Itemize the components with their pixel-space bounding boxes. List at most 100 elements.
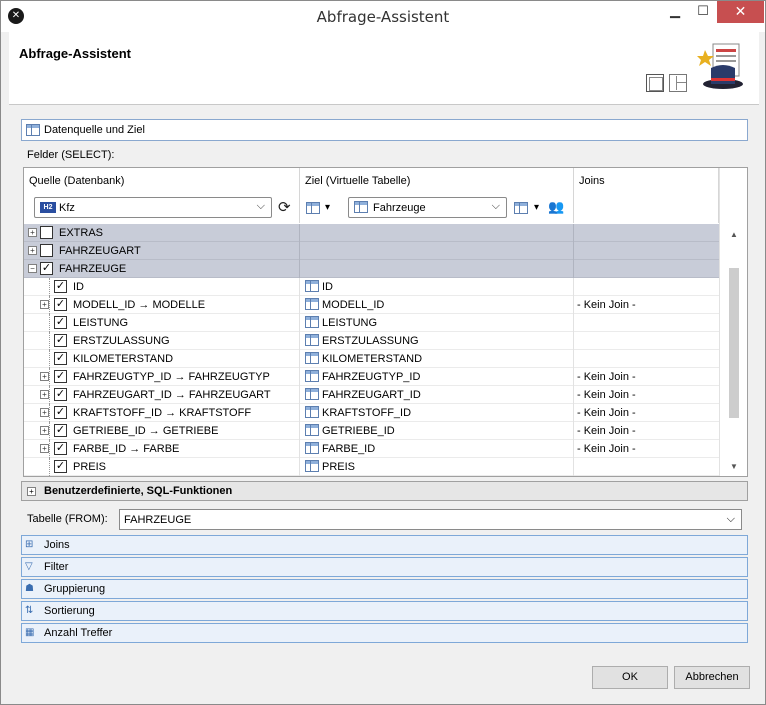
- join-cell[interactable]: - Kein Join -: [574, 404, 719, 422]
- table-row[interactable]: + ✓ FAHRZEUGTYP_ID → FAHRZEUGTYP FAHRZEUGTY…: [24, 368, 719, 386]
- join-cell[interactable]: [574, 278, 719, 296]
- from-table-value: FAHRZEUGE: [124, 514, 192, 526]
- title-bar[interactable]: ✕ Abfrage-Assistent ▁ ☐ ✕: [1, 1, 765, 32]
- collapse-icon[interactable]: −: [28, 264, 37, 273]
- section-custom-functions[interactable]: + Benutzerdefinierte, SQL-Funktionen: [21, 481, 748, 501]
- expand-icon[interactable]: +: [40, 426, 49, 435]
- expand-icon[interactable]: +: [28, 228, 37, 237]
- join-cell[interactable]: - Kein Join -: [574, 296, 719, 314]
- target-cell[interactable]: FAHRZEUGART_ID: [300, 386, 574, 404]
- refresh-icon[interactable]: ⟳: [278, 198, 291, 216]
- field-checkbox[interactable]: ✓: [54, 316, 67, 329]
- target-cell[interactable]: LEISTUNG: [300, 314, 574, 332]
- field-checkbox[interactable]: ✓: [54, 424, 67, 437]
- table-row[interactable]: + ✓ FAHRZEUGART_ID → FAHRZEUGART FAHRZEUGAR…: [24, 386, 719, 404]
- expand-icon[interactable]: +: [40, 444, 49, 453]
- target-cell[interactable]: ID: [300, 278, 574, 296]
- table-row[interactable]: ✓ ERSTZULASSUNG ERSTZULASSUNG: [24, 332, 719, 350]
- scroll-up-icon[interactable]: ▲: [730, 230, 738, 239]
- table-row[interactable]: ✓ PREIS PREIS: [24, 458, 719, 476]
- target-cell[interactable]: MODELL_ID: [300, 296, 574, 314]
- join-cell[interactable]: - Kein Join -: [574, 440, 719, 458]
- chevron-down-icon: ⌵: [726, 513, 735, 525]
- source-cell: ✓ ERSTZULASSUNG: [24, 332, 300, 350]
- ok-button[interactable]: OK: [592, 666, 668, 689]
- table-row[interactable]: + ✓ MODELL_ID → MODELLE MODELL_ID - Kein Joi…: [24, 296, 719, 314]
- column-target-label: Ziel (Virtuelle Tabelle): [305, 175, 411, 187]
- group-checkbox[interactable]: ✓: [40, 262, 53, 275]
- join-cell[interactable]: - Kein Join -: [574, 368, 719, 386]
- join-cell[interactable]: [574, 350, 719, 368]
- section-grouping[interactable]: ☗ Gruppierung: [21, 579, 748, 599]
- users-icon[interactable]: 👥: [548, 199, 564, 215]
- field-checkbox[interactable]: ✓: [54, 460, 67, 473]
- target-cell[interactable]: FAHRZEUGTYP_ID: [300, 368, 574, 386]
- dropdown-arrow-icon[interactable]: ▾: [534, 202, 539, 213]
- group-checkbox[interactable]: [40, 226, 53, 239]
- maximize-icon[interactable]: ☐: [689, 1, 717, 23]
- wizard-hat-icon: [697, 43, 743, 89]
- target-cell[interactable]: ERSTZULASSUNG: [300, 332, 574, 350]
- join-cell[interactable]: [574, 314, 719, 332]
- join-cell[interactable]: - Kein Join -: [574, 386, 719, 404]
- field-checkbox[interactable]: ✓: [54, 442, 67, 455]
- target-cell[interactable]: GETRIEBE_ID: [300, 422, 574, 440]
- target-cell[interactable]: PREIS: [300, 458, 574, 476]
- group-row[interactable]: + FAHRZEUGART: [24, 242, 719, 260]
- target-cell[interactable]: KRAFTSTOFF_ID: [300, 404, 574, 422]
- field-checkbox[interactable]: ✓: [54, 280, 67, 293]
- dropdown-arrow-icon[interactable]: ▾: [325, 202, 330, 213]
- scroll-down-icon[interactable]: ▼: [730, 462, 738, 471]
- from-table-combo[interactable]: FAHRZEUGE ⌵: [119, 509, 742, 530]
- scroll-thumb[interactable]: [729, 268, 739, 418]
- vertical-scrollbar[interactable]: ▲ ▼: [719, 168, 747, 476]
- new-table-icon[interactable]: [306, 202, 320, 214]
- field-checkbox[interactable]: ✓: [54, 406, 67, 419]
- field-checkbox[interactable]: ✓: [54, 370, 67, 383]
- field-checkbox[interactable]: ✓: [54, 352, 67, 365]
- table-row[interactable]: + ✓ FARBE_ID → FARBE FARBE_ID - Kein Join -: [24, 440, 719, 458]
- field-checkbox[interactable]: ✓: [54, 298, 67, 311]
- join-cell[interactable]: [574, 458, 719, 476]
- close-icon[interactable]: ✕: [717, 1, 764, 23]
- target-table-combo[interactable]: Fahrzeuge ⌵: [348, 197, 507, 218]
- expand-icon[interactable]: +: [27, 487, 36, 496]
- target-cell[interactable]: FARBE_ID: [300, 440, 574, 458]
- group-join-cell: [574, 260, 719, 278]
- section-joins[interactable]: ⊞ Joins: [21, 535, 748, 555]
- join-cell[interactable]: [574, 332, 719, 350]
- field-checkbox[interactable]: ✓: [54, 334, 67, 347]
- target-cell[interactable]: KILOMETERSTAND: [300, 350, 574, 368]
- split-view-icon[interactable]: [669, 74, 687, 92]
- expand-icon[interactable]: +: [40, 300, 49, 309]
- section-filter[interactable]: ▽ Filter: [21, 557, 748, 577]
- expand-icon[interactable]: +: [40, 390, 49, 399]
- table-row[interactable]: ✓ LEISTUNG LEISTUNG: [24, 314, 719, 332]
- section-hits[interactable]: ▦ Anzahl Treffer: [21, 623, 748, 643]
- target-field-label: LEISTUNG: [322, 317, 378, 329]
- source-db-combo[interactable]: H2 Kfz ⌵: [34, 197, 272, 218]
- section-datasource[interactable]: Datenquelle und Ziel: [21, 119, 748, 141]
- table-row[interactable]: + ✓ KRAFTSTOFF_ID → KRAFTSTOFF KRAFTSTOFF_I…: [24, 404, 719, 422]
- expand-icon[interactable]: +: [40, 408, 49, 417]
- single-view-icon[interactable]: [646, 74, 664, 92]
- field-checkbox[interactable]: ✓: [54, 388, 67, 401]
- wizard-header: Abfrage-Assistent: [9, 32, 759, 105]
- table-row[interactable]: ✓ ID ID: [24, 278, 719, 296]
- group-row[interactable]: + EXTRAS: [24, 224, 719, 242]
- group-row[interactable]: − ✓ FAHRZEUGE: [24, 260, 719, 278]
- expand-icon[interactable]: +: [28, 246, 37, 255]
- expand-icon[interactable]: +: [40, 372, 49, 381]
- group-checkbox[interactable]: [40, 244, 53, 257]
- table-row[interactable]: + ✓ GETRIEBE_ID → GETRIEBE GETRIEBE_ID - Kei…: [24, 422, 719, 440]
- section-sorting[interactable]: ⇅ Sortierung: [21, 601, 748, 621]
- join-cell[interactable]: - Kein Join -: [574, 422, 719, 440]
- wizard-body: Datenquelle und Ziel Felder (SELECT): Qu…: [9, 105, 759, 657]
- table-settings-icon[interactable]: [514, 202, 528, 214]
- table-row[interactable]: ✓ KILOMETERSTAND KILOMETERSTAND: [24, 350, 719, 368]
- join-value: - Kein Join -: [577, 425, 636, 437]
- cancel-button[interactable]: Abbrechen: [674, 666, 750, 689]
- group-source-cell: − ✓ FAHRZEUGE: [24, 260, 300, 278]
- join-value: - Kein Join -: [577, 389, 636, 401]
- minimize-icon[interactable]: ▁: [661, 1, 689, 23]
